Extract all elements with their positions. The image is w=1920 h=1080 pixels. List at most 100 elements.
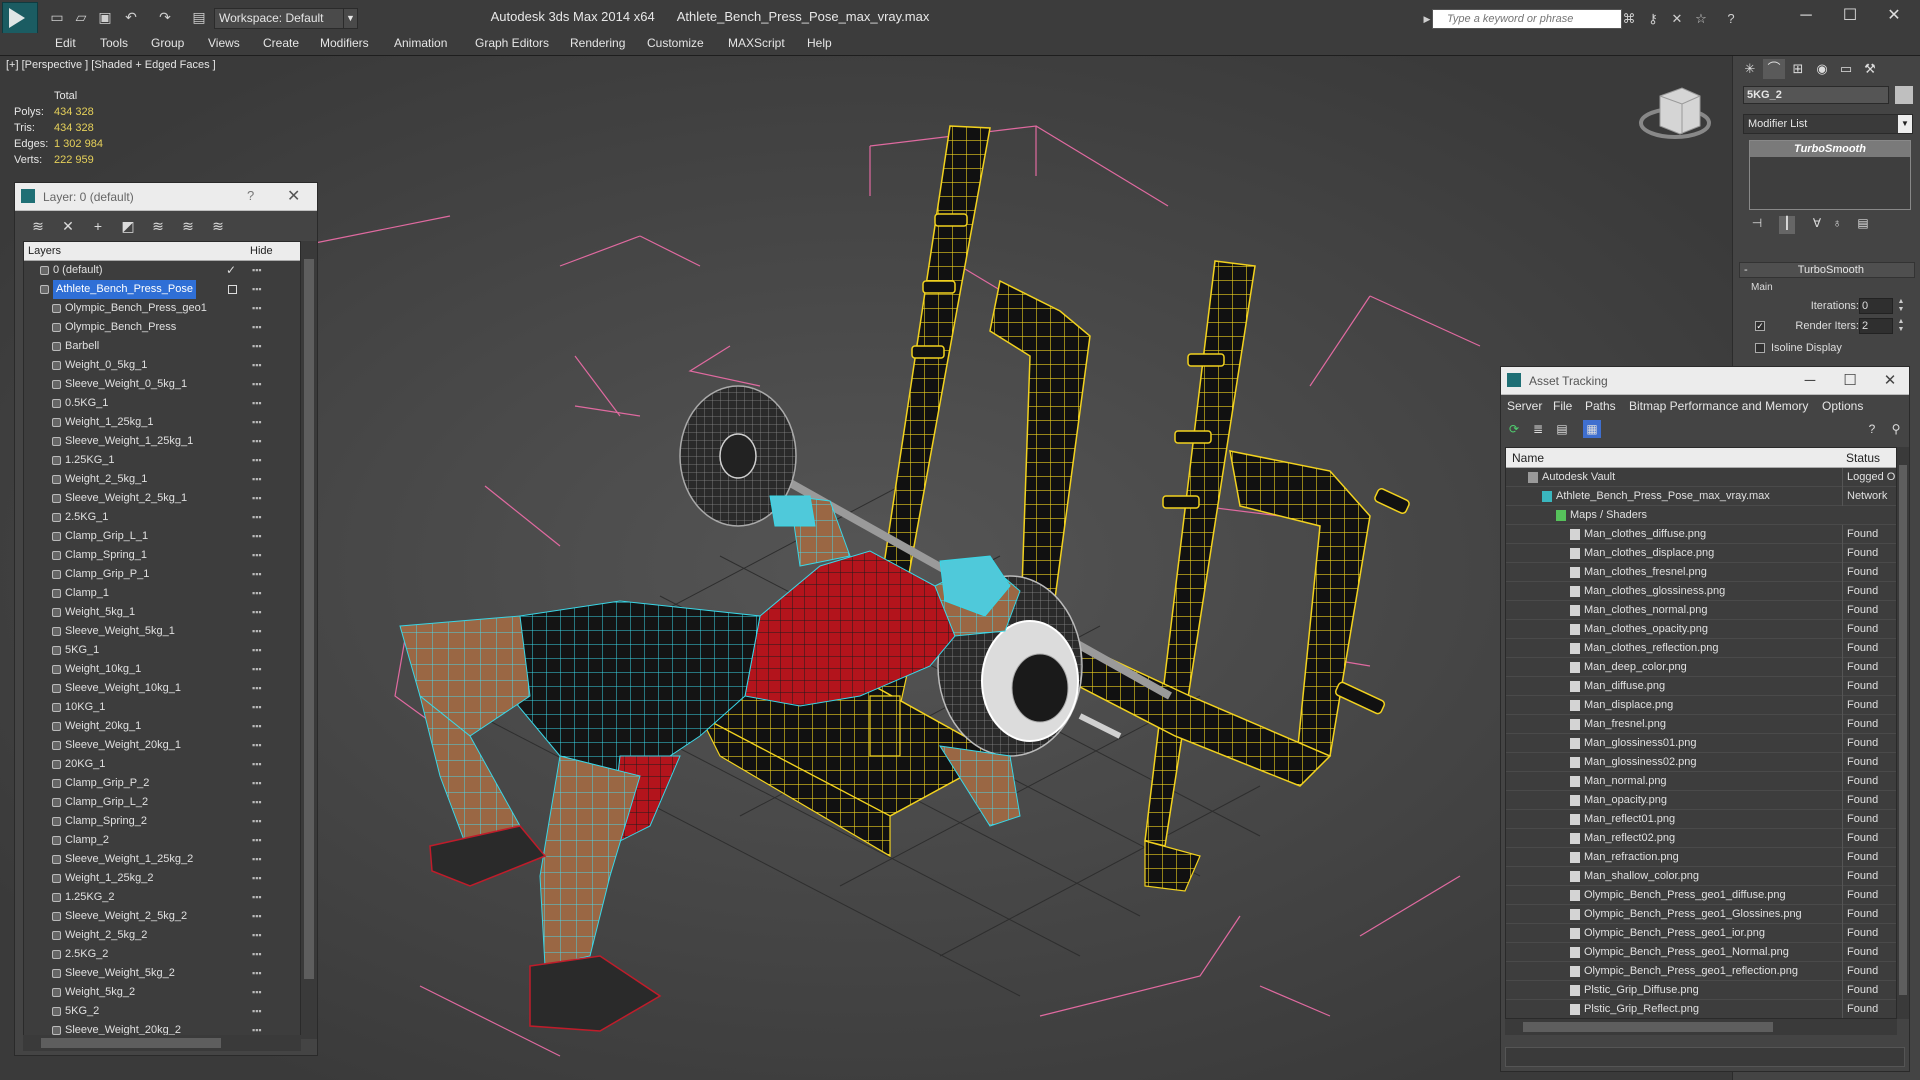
hide-toggle-icon[interactable]: ▪▪▪ — [252, 451, 262, 470]
maximize-button[interactable]: ☐ — [1835, 370, 1865, 392]
layer-row[interactable]: Clamp_2 ▪▪▪ — [24, 831, 300, 850]
isoline-checkbox[interactable] — [1755, 343, 1765, 353]
asset-row[interactable]: Olympic_Bench_Press_geo1_ior.png Found — [1506, 924, 1896, 943]
viewport-label[interactable]: [+] [Perspective ] [Shaded + Edged Faces… — [6, 59, 216, 71]
asset-menu-paths[interactable]: Paths — [1585, 399, 1616, 413]
layer-row[interactable]: Olympic_Bench_Press_geo1 ▪▪▪ — [24, 299, 300, 318]
asset-horizontal-scrollbar[interactable] — [1505, 1019, 1897, 1035]
layer-row[interactable]: Weight_1_25kg_1 ▪▪▪ — [24, 413, 300, 432]
layer-row[interactable]: Clamp_Grip_P_1 ▪▪▪ — [24, 565, 300, 584]
star-icon[interactable]: ☆ — [1692, 10, 1710, 28]
hide-toggle-icon[interactable]: ▪▪▪ — [252, 299, 262, 318]
menu-views[interactable]: Views — [208, 36, 240, 50]
utilities-tab-icon[interactable]: ⚒ — [1859, 59, 1881, 79]
asset-row[interactable]: Man_shallow_color.png Found — [1506, 867, 1896, 886]
hide-toggle-icon[interactable]: ▪▪▪ — [252, 603, 262, 622]
asset-row[interactable]: Man_reflect02.png Found — [1506, 829, 1896, 848]
hide-toggle-icon[interactable]: ▪▪▪ — [252, 527, 262, 546]
layer-row[interactable]: 2.5KG_2 ▪▪▪ — [24, 945, 300, 964]
hide-toggle-icon[interactable]: ▪▪▪ — [252, 641, 262, 660]
asset-row[interactable]: Man_glossiness02.png Found — [1506, 753, 1896, 772]
menu-customize[interactable]: Customize — [647, 36, 704, 50]
layer-row[interactable]: Sleeve_Weight_1_25kg_1 ▪▪▪ — [24, 432, 300, 451]
hide-toggle-icon[interactable]: ▪▪▪ — [252, 1002, 262, 1021]
list-view-icon[interactable]: ≣ — [1529, 420, 1547, 438]
asset-row[interactable]: Man_opacity.png Found — [1506, 791, 1896, 810]
hide-toggle-icon[interactable]: ▪▪▪ — [252, 660, 262, 679]
layer-row[interactable]: Sleeve_Weight_5kg_2 ▪▪▪ — [24, 964, 300, 983]
asset-menu-bitmap-performance[interactable]: Bitmap Performance and Memory — [1629, 399, 1808, 413]
layer-row[interactable]: 1.25KG_1 ▪▪▪ — [24, 451, 300, 470]
layer-row[interactable]: Clamp_Spring_2 ▪▪▪ — [24, 812, 300, 831]
layer-row[interactable]: 1.25KG_2 ▪▪▪ — [24, 888, 300, 907]
close-icon[interactable]: ✕ — [287, 186, 300, 206]
table-view-icon[interactable]: ▦ — [1583, 420, 1601, 438]
layer-row[interactable]: Sleeve_Weight_10kg_1 ▪▪▪ — [24, 679, 300, 698]
asset-vertical-scrollbar[interactable] — [1897, 447, 1909, 1019]
layer-row[interactable]: Sleeve_Weight_2_5kg_1 ▪▪▪ — [24, 489, 300, 508]
asset-row[interactable]: Man_clothes_fresnel.png Found — [1506, 563, 1896, 582]
hierarchy-tab-icon[interactable]: ⊞ — [1787, 59, 1809, 79]
menu-graph-editors[interactable]: Graph Editors — [475, 36, 549, 50]
asset-menu-server[interactable]: Server — [1507, 399, 1542, 413]
hide-toggle-icon[interactable]: ▪▪▪ — [252, 489, 262, 508]
hide-toggle-icon[interactable]: ▪▪▪ — [252, 508, 262, 527]
menu-animation[interactable]: Animation — [394, 36, 447, 50]
add-to-layer-icon[interactable]: + — [89, 217, 107, 235]
modifier-list-dropdown[interactable]: Modifier List ▼ — [1743, 114, 1913, 134]
layer-row[interactable]: 5KG_1 ▪▪▪ — [24, 641, 300, 660]
asset-row[interactable]: Plstic_Grip_Reflect.png Found — [1506, 1000, 1896, 1018]
minimize-button[interactable]: ─ — [1795, 370, 1825, 392]
hide-toggle-icon[interactable]: ▪▪▪ — [252, 546, 262, 565]
layer-row[interactable]: Weight_5kg_1 ▪▪▪ — [24, 603, 300, 622]
refresh-icon[interactable]: ⟳ — [1505, 420, 1523, 438]
layer-row[interactable]: Sleeve_Weight_5kg_1 ▪▪▪ — [24, 622, 300, 641]
delete-layer-icon[interactable]: ✕ — [59, 217, 77, 235]
highlight-layer-icon[interactable]: ≋ — [149, 217, 167, 235]
asset-row[interactable]: Man_clothes_opacity.png Found — [1506, 620, 1896, 639]
binoculars-icon[interactable]: ⌘ — [1620, 10, 1638, 28]
layer-row[interactable]: Weight_2_5kg_2 ▪▪▪ — [24, 926, 300, 945]
search-input[interactable] — [1433, 10, 1621, 28]
hide-toggle-icon[interactable]: ▪▪▪ — [252, 983, 262, 1002]
rollout-header[interactable]: - TurboSmooth — [1739, 262, 1915, 278]
pin-stack-icon[interactable]: ⊣ — [1749, 216, 1765, 234]
asset-row[interactable]: Athlete_Bench_Press_Pose_max_vray.max Net… — [1506, 487, 1896, 506]
render-iters-checkbox[interactable]: ✓ — [1755, 321, 1765, 331]
hide-toggle-icon[interactable]: ▪▪▪ — [252, 945, 262, 964]
hide-toggle-icon[interactable]: ▪▪▪ — [252, 584, 262, 603]
hide-toggle-icon[interactable]: ▪▪▪ — [252, 888, 262, 907]
layer-row[interactable]: Clamp_1 ▪▪▪ — [24, 584, 300, 603]
asset-menu-options[interactable]: Options — [1822, 399, 1863, 413]
scroll-thumb[interactable] — [41, 1038, 221, 1048]
layer-row[interactable]: Sleeve_Weight_2_5kg_2 ▪▪▪ — [24, 907, 300, 926]
layer-row[interactable]: 2.5KG_1 ▪▪▪ — [24, 508, 300, 527]
asset-tracking-titlebar[interactable]: Asset Tracking ─ ☐ ✕ — [1501, 367, 1909, 395]
hide-toggle-icon[interactable]: ▪▪▪ — [252, 698, 262, 717]
layer-row[interactable]: 5KG_2 ▪▪▪ — [24, 1002, 300, 1021]
modifier-stack-item[interactable]: TurboSmooth — [1750, 141, 1910, 157]
hide-toggle-icon[interactable]: ▪▪▪ — [252, 812, 262, 831]
object-color-swatch[interactable] — [1895, 86, 1913, 104]
detail-view-icon[interactable]: ▤ — [1553, 420, 1571, 438]
layer-horizontal-scrollbar[interactable] — [23, 1035, 301, 1051]
make-unique-icon[interactable]: ∀ — [1809, 216, 1825, 234]
layer-row[interactable]: Sleeve_Weight_20kg_1 ▪▪▪ — [24, 736, 300, 755]
menu-create[interactable]: Create — [263, 36, 299, 50]
asset-row[interactable]: Man_normal.png Found — [1506, 772, 1896, 791]
layer-row[interactable]: 0.5KG_1 ▪▪▪ — [24, 394, 300, 413]
create-tab-icon[interactable]: ✳ — [1739, 59, 1761, 79]
asset-row[interactable]: Olympic_Bench_Press_geo1_reflection.png F… — [1506, 962, 1896, 981]
menu-help[interactable]: Help — [807, 36, 832, 50]
asset-row[interactable]: Autodesk Vault Logged Out — [1506, 468, 1896, 487]
menu-rendering[interactable]: Rendering — [570, 36, 625, 50]
asset-row[interactable]: Man_clothes_normal.png Found — [1506, 601, 1896, 620]
status-column-header[interactable]: Status — [1846, 451, 1880, 465]
layer-row[interactable]: Weight_10kg_1 ▪▪▪ — [24, 660, 300, 679]
asset-row[interactable]: Man_clothes_reflection.png Found — [1506, 639, 1896, 658]
asset-row[interactable]: Man_clothes_diffuse.png Found — [1506, 525, 1896, 544]
asset-row[interactable]: Man_deep_color.png Found — [1506, 658, 1896, 677]
layer-row[interactable]: Athlete_Bench_Press_Pose ▪▪▪ — [24, 280, 300, 299]
layer-row[interactable]: Clamp_Grip_L_1 ▪▪▪ — [24, 527, 300, 546]
hide-toggle-icon[interactable]: ▪▪▪ — [252, 470, 262, 489]
